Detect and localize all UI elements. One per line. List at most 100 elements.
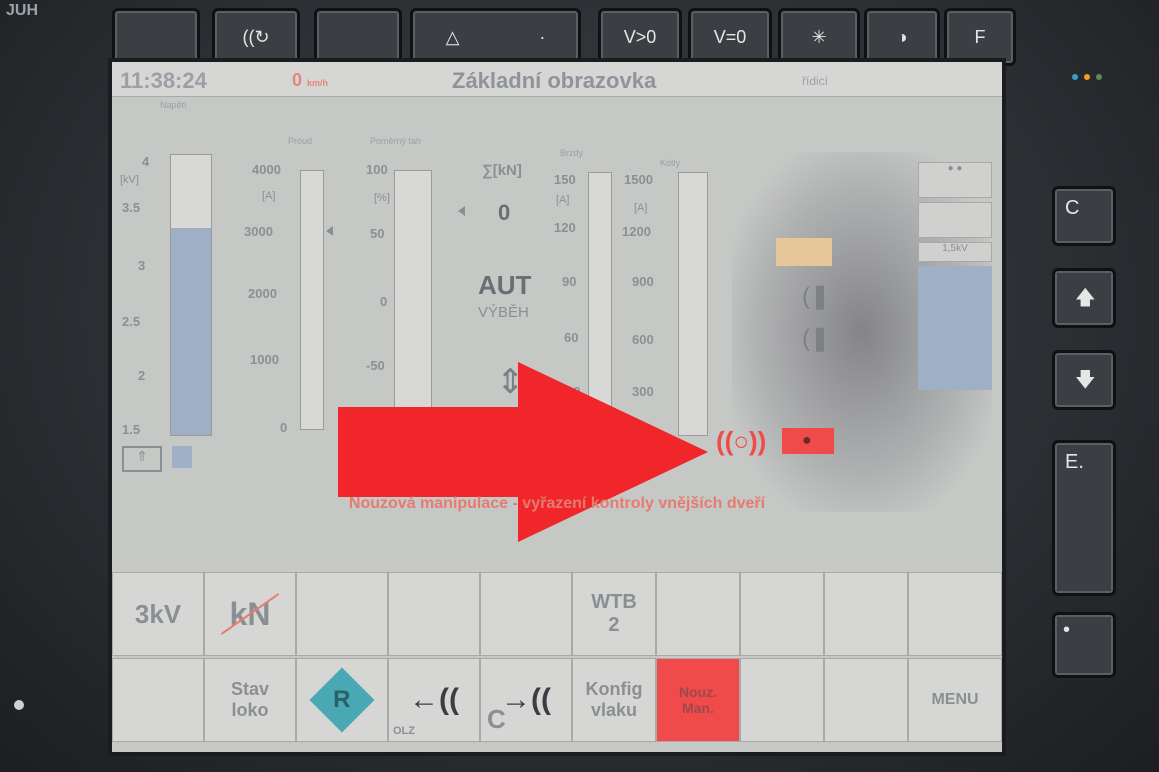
diamond-icon: R <box>309 667 375 733</box>
warning-triangle-icon: △ <box>445 26 460 47</box>
page-title: Základní obrazovka <box>452 68 657 93</box>
wheel-icon: (❚ <box>802 283 831 310</box>
alert-message: Nouzová manipulace - vyřazení kontroly v… <box>348 495 766 512</box>
proud-tick: 3000 <box>244 224 273 239</box>
softkey-wtb[interactable]: WTB 2 <box>572 572 656 656</box>
softkey-empty[interactable] <box>740 572 824 656</box>
dot-icon: ● <box>802 432 812 449</box>
side-key-c[interactable]: C <box>1052 186 1116 246</box>
status-box: ● ● <box>918 162 992 198</box>
tah-label: Poměrný tah <box>370 136 422 146</box>
softkey-empty[interactable] <box>296 572 388 656</box>
softkey-olz[interactable]: ←(( OLZ <box>388 658 480 742</box>
sum-kn-value: 0 <box>498 200 511 225</box>
napeti-tick: 2.5 <box>122 314 141 329</box>
power-led <box>14 700 24 710</box>
softkey-konfig-vlaku[interactable]: Konfig vlaku <box>572 658 656 742</box>
napeti-unit: [kV] <box>120 174 139 186</box>
top-key-vgt0[interactable]: V>0 <box>598 8 682 66</box>
arrow-up-icon: 🡅 <box>1075 287 1096 309</box>
napeti-tick: 4 <box>142 154 150 169</box>
softkey-empty[interactable] <box>824 572 908 656</box>
voltage-status: 1,5kV <box>918 242 992 262</box>
softkey-empty[interactable] <box>112 658 204 742</box>
status-fill <box>918 266 992 390</box>
top-key-contrast[interactable]: ◑ <box>864 8 940 66</box>
top-key-1[interactable] <box>112 8 200 66</box>
top-key-f[interactable]: F <box>944 8 1016 66</box>
pantograph-icon[interactable]: ⇑ <box>122 446 162 472</box>
hmi-screen: 11:38:24 0 km/h Základní obrazovka řídic… <box>112 62 1002 752</box>
softkey-row-2: Stav loko R ←(( OLZ →(( C Konfig vlaku N… <box>112 658 1002 742</box>
kotly-label: Kotly <box>660 158 681 168</box>
brzdy-tick: 90 <box>562 274 577 289</box>
side-key-dot[interactable]: • <box>1052 612 1116 678</box>
softkey-c[interactable]: →(( C <box>480 658 572 742</box>
tah-tick: 50 <box>370 226 385 241</box>
kotly-tick: 1200 <box>622 224 651 239</box>
top-key-warning[interactable]: △ · <box>410 8 581 66</box>
top-key-brightness[interactable]: ✳ <box>778 8 860 66</box>
brzdy-label: Brzdy <box>560 148 584 158</box>
role-label: řídicí <box>802 74 829 88</box>
emergency-badge: ● <box>782 428 834 454</box>
softkey-empty[interactable] <box>388 572 480 656</box>
napeti-label: Napětí <box>160 100 187 110</box>
top-key-3[interactable] <box>314 8 402 66</box>
speed-readout: 0 km/h <box>292 70 329 90</box>
softkey-3kv[interactable]: 3kV <box>112 572 204 656</box>
tah-unit: [%] <box>374 192 390 204</box>
status-bar: 11:38:24 0 km/h Základní obrazovka řídic… <box>112 62 1002 97</box>
dot-icon: • <box>1063 619 1071 641</box>
napeti-tick: 3.5 <box>122 200 141 215</box>
side-key-up[interactable]: 🡅 <box>1052 268 1116 328</box>
brightness-icon: ✳ <box>811 26 827 47</box>
brand-label: JUH <box>6 2 39 19</box>
softkey-empty[interactable] <box>480 572 572 656</box>
horn-icon: ((↻ <box>242 26 270 47</box>
current-marker <box>326 226 333 236</box>
proud-tick: 0 <box>280 420 288 435</box>
track-left-icon: ←(( <box>409 683 459 716</box>
clock: 11:38:24 <box>120 68 207 93</box>
side-key-down[interactable]: 🡇 <box>1052 350 1116 410</box>
softkey-stav-loko[interactable]: Stav loko <box>204 658 296 742</box>
arrow-down-icon: 🡇 <box>1075 369 1096 391</box>
side-key-enter[interactable]: E. <box>1052 440 1116 596</box>
proud-tick: 4000 <box>252 162 281 177</box>
softkey-kn[interactable]: kN <box>204 572 296 656</box>
softkey-r[interactable]: R <box>296 658 388 742</box>
led-blue <box>1072 74 1078 80</box>
softkey-empty[interactable] <box>824 658 908 742</box>
brzdy-tick: 120 <box>554 220 576 235</box>
sum-kn-label: ∑[kN] <box>482 162 522 179</box>
pantograph-state <box>172 446 192 468</box>
brzdy-unit: [A] <box>556 194 570 206</box>
proud-tick: 2000 <box>248 286 277 301</box>
top-key-veq0[interactable]: V=0 <box>688 8 772 66</box>
mode-sub: VÝBĚH <box>478 304 529 321</box>
tah-tick: 0 <box>380 294 388 309</box>
softkey-row-1: 3kV kN WTB 2 <box>112 572 1002 656</box>
top-key-horn[interactable]: ((↻ <box>212 8 300 66</box>
voltage-fill <box>171 227 211 435</box>
napeti-tick: 3 <box>138 258 146 273</box>
kotly-tick: 1500 <box>624 172 653 187</box>
softkey-empty[interactable] <box>740 658 824 742</box>
softkey-empty[interactable] <box>656 572 740 656</box>
emergency-door-icon: ((○)) <box>716 426 767 456</box>
kotly-tick: 900 <box>632 274 654 289</box>
proud-label: Proud <box>288 136 313 146</box>
brzdy-tick: 60 <box>564 330 579 345</box>
current-gauge <box>300 170 324 430</box>
kotly-unit: [A] <box>634 202 648 214</box>
led-green <box>1096 74 1102 80</box>
tah-tick: 100 <box>366 162 388 177</box>
proud-tick: 1000 <box>250 352 279 367</box>
track-right-icon: →(( <box>501 683 551 716</box>
softkey-nouz-man[interactable]: Nouz. Man. <box>656 658 740 742</box>
softkey-menu[interactable]: MENU <box>908 658 1002 742</box>
softkey-empty[interactable] <box>908 572 1002 656</box>
proud-unit: [A] <box>262 190 276 202</box>
traction-marker <box>458 206 465 216</box>
